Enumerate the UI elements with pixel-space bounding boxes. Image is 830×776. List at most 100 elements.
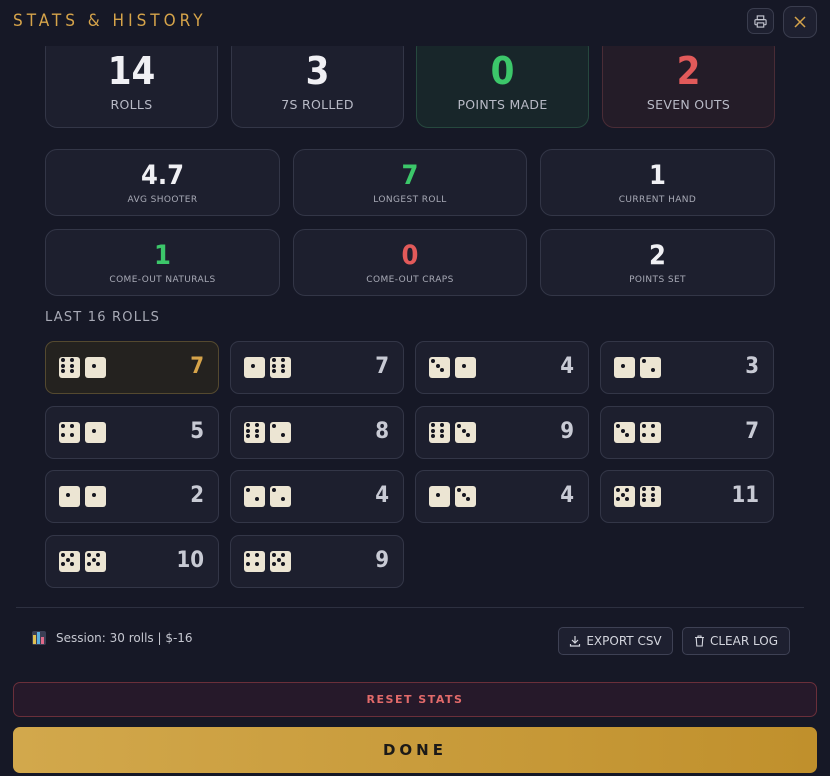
stat-card-come-out-naturals: 1 COME-OUT NATURALS [45, 229, 280, 296]
die-pip [91, 363, 96, 368]
die-pip [61, 369, 65, 373]
stat-value: 0 [401, 240, 419, 271]
stat-label: SEVEN OUTS [646, 97, 731, 112]
stat-value: 0 [490, 49, 515, 93]
die-pip [625, 488, 629, 492]
close-button[interactable] [783, 6, 817, 38]
die-pip [281, 369, 285, 373]
die-pip [250, 363, 255, 368]
die-pip [651, 424, 655, 428]
roll-entry: 4 [415, 341, 589, 394]
die-pip [457, 488, 461, 492]
die-pip [642, 487, 646, 491]
die-pip [642, 498, 646, 502]
die-pip [255, 423, 259, 427]
die-pip [642, 492, 646, 497]
die-pip [246, 562, 250, 566]
die-pip [281, 497, 285, 501]
modal-title: STATS & HISTORY [13, 11, 207, 31]
die-pip [96, 562, 100, 566]
die-pip [281, 363, 285, 368]
die-pip [651, 487, 655, 491]
die-pip [91, 428, 96, 433]
die-pip [616, 497, 620, 501]
export-csv-button[interactable]: EXPORT CSV [558, 627, 673, 655]
die-pip [87, 553, 91, 557]
roll-entry: 4 [415, 470, 589, 523]
die-face-3 [455, 486, 476, 507]
trash-icon [694, 635, 704, 647]
die-pip [61, 363, 65, 368]
die-pip [70, 433, 74, 437]
die-pip [70, 358, 74, 362]
die-face-1 [85, 357, 106, 378]
stat-card-sevens-rolled: 3 7S ROLLED [231, 36, 404, 128]
print-button[interactable] [747, 8, 774, 34]
die-pip [281, 358, 285, 362]
die-pip [457, 424, 461, 428]
stat-card-points-made: 0 POINTS MADE [416, 36, 589, 128]
reset-stats-button[interactable]: RESET STATS [13, 682, 817, 717]
roll-total: 9 [375, 548, 389, 573]
die-pip [272, 424, 276, 428]
die-face-1 [59, 486, 80, 507]
die-pip [61, 553, 65, 557]
die-face-2 [270, 422, 291, 443]
die-face-5 [270, 551, 291, 572]
die-pip [431, 434, 435, 438]
die-face-4 [59, 422, 80, 443]
die-pip [272, 562, 276, 566]
die-face-4 [640, 422, 661, 443]
die-face-3 [614, 422, 635, 443]
stat-value: 14 [107, 49, 156, 93]
roll-entry: 7 [600, 406, 774, 459]
stat-label: LONGEST ROLL [373, 195, 447, 205]
modal-header: STATS & HISTORY [0, 0, 830, 46]
die-pip [246, 488, 250, 492]
stat-label: POINTS MADE [457, 97, 548, 112]
die-pip [61, 433, 65, 437]
divider [16, 607, 804, 608]
clear-log-button[interactable]: CLEAR LOG [682, 627, 790, 655]
stat-card-seven-outs: 2 SEVEN OUTS [602, 36, 775, 128]
die-pip [620, 363, 625, 368]
die-pip [246, 434, 250, 438]
stat-card-come-out-craps: 0 COME-OUT CRAPS [293, 229, 527, 296]
die-face-3 [429, 357, 450, 378]
roll-entry: 7 [230, 341, 404, 394]
roll-total: 4 [560, 354, 574, 379]
die-pip [70, 369, 74, 373]
die-face-1 [429, 486, 450, 507]
die-face-6 [640, 486, 661, 507]
die-pip [651, 492, 655, 497]
stat-card-points-set: 2 POINTS SET [540, 229, 775, 296]
roll-total: 4 [560, 483, 574, 508]
roll-entry-latest: 7 [45, 341, 219, 394]
die-pip [281, 553, 285, 557]
die-face-2 [640, 357, 661, 378]
stat-card-longest-roll: 7 LONGEST ROLL [293, 149, 527, 216]
printer-icon [754, 14, 767, 28]
die-pip [642, 424, 646, 428]
die-pip [255, 553, 259, 557]
stat-value: 2 [676, 49, 701, 93]
die-face-1 [455, 357, 476, 378]
die-pip [440, 368, 444, 372]
die-face-6 [270, 357, 291, 378]
stat-value: 7 [401, 160, 419, 191]
roll-total: 7 [375, 354, 389, 379]
die-face-1 [85, 422, 106, 443]
die-face-3 [455, 422, 476, 443]
die-pip [620, 492, 625, 497]
roll-entry: 9 [415, 406, 589, 459]
roll-entry: 9 [230, 535, 404, 588]
stat-label: ROLLS [110, 97, 153, 112]
done-button[interactable]: DONE [13, 727, 817, 773]
stat-label: POINTS SET [629, 275, 686, 285]
die-pip [461, 492, 466, 497]
die-pip [255, 497, 259, 501]
stat-label: CURRENT HAND [618, 195, 697, 205]
die-pip [642, 359, 646, 363]
roll-entry: 11 [600, 470, 774, 523]
die-pip [431, 428, 435, 433]
